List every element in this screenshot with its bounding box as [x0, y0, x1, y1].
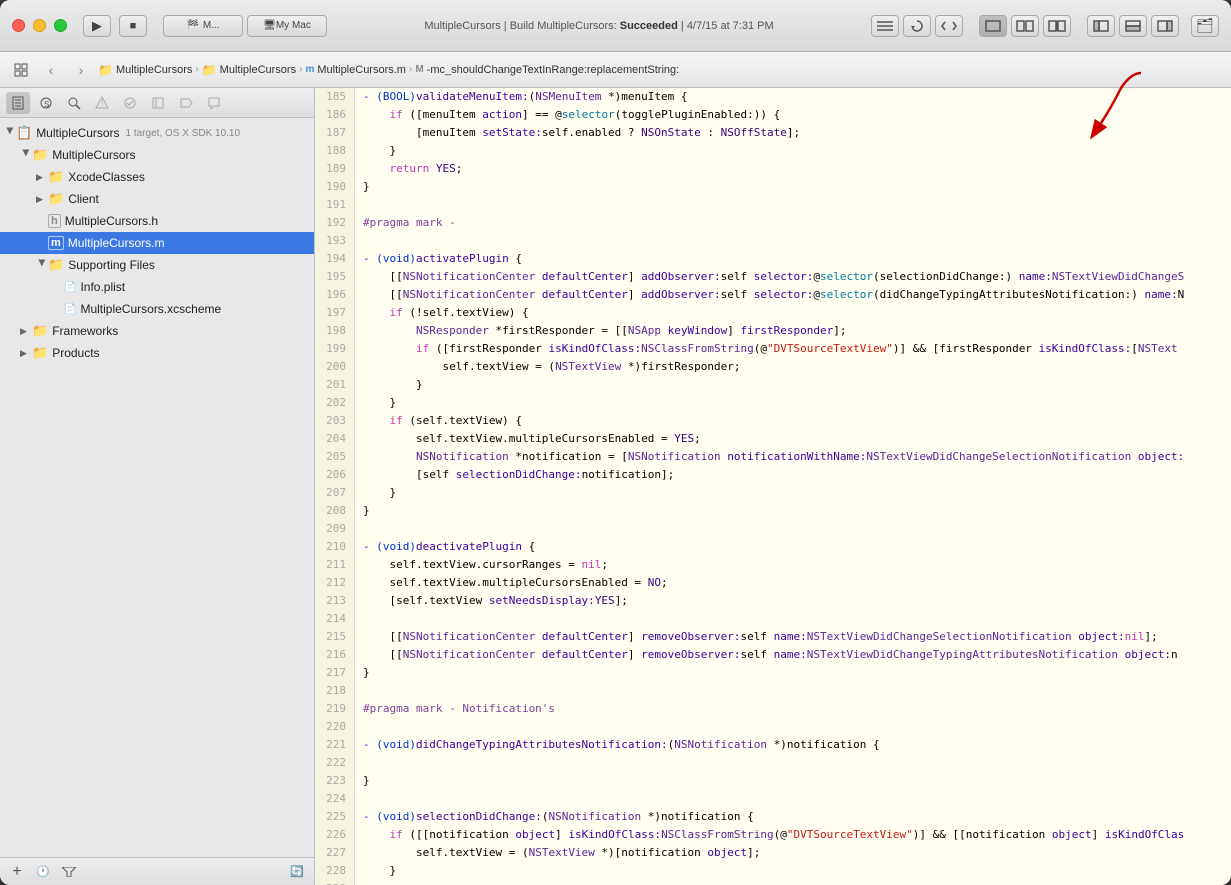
refresh-icon-btn[interactable]	[903, 15, 931, 37]
expand-icon7: ▶	[20, 348, 32, 359]
tree-item-xcodeclasses[interactable]: ▶ 📁 XcodeClasses	[0, 166, 314, 188]
breadcrumb-method[interactable]: M -mc_shouldChangeTextInRange:replacemen…	[415, 64, 679, 76]
xcscheme-icon: 📄	[64, 304, 76, 315]
tree-item-group[interactable]: ▶ 📁 MultipleCursors	[0, 144, 314, 166]
tree-item-frameworks[interactable]: ▶ 📁 Frameworks	[0, 320, 314, 342]
sidebar-toolbar: S !	[0, 88, 314, 118]
symbol-navigator-btn[interactable]: S	[34, 92, 58, 114]
navigator-toggle-btn[interactable]	[1087, 15, 1115, 37]
tree-item-project[interactable]: ▶ 📋 MultipleCursors 1 target, OS X SDK 1…	[0, 122, 314, 144]
expand-icon2: ▶	[21, 149, 32, 161]
debug-toggle-btn[interactable]	[1119, 15, 1147, 37]
expand-icon3: ▶	[36, 172, 48, 183]
minimize-button[interactable]	[33, 19, 46, 32]
editor-toolbar: ‹ › 📁 MultipleCursors › 📁 MultipleCursor…	[0, 52, 1231, 88]
main-window: ▶ ■ 🏁 M... 🖥 My Mac MultipleCursors | Bu…	[0, 0, 1231, 885]
tree-item-xcscheme[interactable]: ▶ 📄 MultipleCursors.xcscheme	[0, 298, 314, 320]
test-navigator-btn[interactable]	[118, 92, 142, 114]
lines-icon-btn[interactable]	[871, 15, 899, 37]
tree-item-plist[interactable]: ▶ 📄 Info.plist	[0, 276, 314, 298]
sidebar: S !	[0, 88, 315, 885]
breadcrumb: 📁 MultipleCursors › 📁 MultipleCursors › …	[98, 63, 1223, 77]
back-btn[interactable]: ‹	[38, 59, 64, 81]
tree-item-m-file[interactable]: ▶ m MultipleCursors.m	[0, 232, 314, 254]
scheme-selector[interactable]: 🏁 M...	[163, 15, 243, 37]
tree-item-supporting-files[interactable]: ▶ 📁 Supporting Files	[0, 254, 314, 276]
view-controls: 🗂	[871, 15, 1219, 37]
project-navigator-btn[interactable]	[6, 92, 30, 114]
organizer-btn[interactable]: 🗂	[1191, 15, 1219, 37]
svg-text:S: S	[44, 100, 49, 109]
back-forward-btn[interactable]	[935, 15, 963, 37]
h-file-icon: h	[48, 214, 61, 228]
file-tree: ▶ 📋 MultipleCursors 1 target, OS X SDK 1…	[0, 118, 314, 857]
history-btn[interactable]: 🕐	[32, 862, 54, 882]
expand-icon4: ▶	[36, 194, 48, 205]
recent-files-btn[interactable]: 🔄	[286, 862, 308, 882]
sidebar-footer: + 🕐 🔄	[0, 857, 314, 885]
fullscreen-button[interactable]	[54, 19, 67, 32]
folder-icon6: 📁	[32, 345, 48, 361]
m-file-icon: m	[305, 64, 314, 75]
breadcrumb-project[interactable]: 📁 MultipleCursors	[98, 63, 192, 77]
folder-icon4: 📁	[48, 257, 64, 273]
main-content: S !	[0, 88, 1231, 885]
folder-icon2: 📁	[202, 63, 217, 77]
tree-item-products[interactable]: ▶ 📁 Products	[0, 342, 314, 364]
version-editor-btn[interactable]	[1043, 15, 1071, 37]
code-editor: 185 186 187 188 189 190 191 192 193 194 …	[315, 88, 1231, 885]
expand-icon: ▶	[5, 127, 16, 139]
code-area[interactable]: 185 186 187 188 189 190 191 192 193 194 …	[315, 88, 1231, 885]
run-controls: ▶ ■	[83, 15, 147, 37]
breakpoint-navigator-btn[interactable]	[174, 92, 198, 114]
utilities-toggle-btn[interactable]	[1151, 15, 1179, 37]
assistant-editor-btn[interactable]	[1011, 15, 1039, 37]
titlebar: ▶ ■ 🏁 M... 🖥 My Mac MultipleCursors | Bu…	[0, 0, 1231, 52]
build-status: MultipleCursors | Build MultipleCursors:…	[327, 20, 871, 32]
method-icon: M	[415, 64, 423, 75]
m-file-icon: m	[48, 236, 64, 250]
debug-navigator-btn[interactable]	[146, 92, 170, 114]
folder-icon2: 📁	[48, 169, 64, 185]
destination-selector[interactable]: 🖥 My Mac	[247, 15, 327, 37]
plist-icon: 📄	[64, 282, 76, 293]
close-button[interactable]	[12, 19, 25, 32]
add-file-btn[interactable]: +	[6, 862, 28, 882]
breadcrumb-group[interactable]: 📁 MultipleCursors	[202, 63, 296, 77]
issue-navigator-btn[interactable]: !	[90, 92, 114, 114]
svg-text:!: !	[101, 99, 103, 108]
folder-icon: 📁	[98, 63, 113, 77]
filter-btn[interactable]	[58, 862, 80, 882]
line-numbers: 185 186 187 188 189 190 191 192 193 194 …	[315, 88, 355, 885]
stop-button[interactable]: ■	[119, 15, 147, 37]
log-navigator-btn[interactable]	[202, 92, 226, 114]
tree-item-client[interactable]: ▶ 📁 Client	[0, 188, 314, 210]
folder-icon5: 📁	[32, 323, 48, 339]
standard-editor-btn[interactable]	[979, 15, 1007, 37]
expand-icon5: ▶	[37, 259, 48, 271]
run-button[interactable]: ▶	[83, 15, 111, 37]
expand-icon6: ▶	[20, 326, 32, 337]
breadcrumb-file[interactable]: m MultipleCursors.m	[305, 64, 406, 76]
find-navigator-btn[interactable]	[62, 92, 86, 114]
grid-view-btn[interactable]	[8, 59, 34, 81]
forward-btn[interactable]: ›	[68, 59, 94, 81]
tree-item-h-file[interactable]: ▶ h MultipleCursors.h	[0, 210, 314, 232]
traffic-lights	[12, 19, 67, 32]
folder-icon3: 📁	[48, 191, 64, 207]
folder-icon: 📁	[32, 147, 48, 163]
code-text[interactable]: - (BOOL)validateMenuItem:(NSMenuItem *)m…	[355, 88, 1231, 885]
project-icon: 📋	[16, 125, 32, 141]
